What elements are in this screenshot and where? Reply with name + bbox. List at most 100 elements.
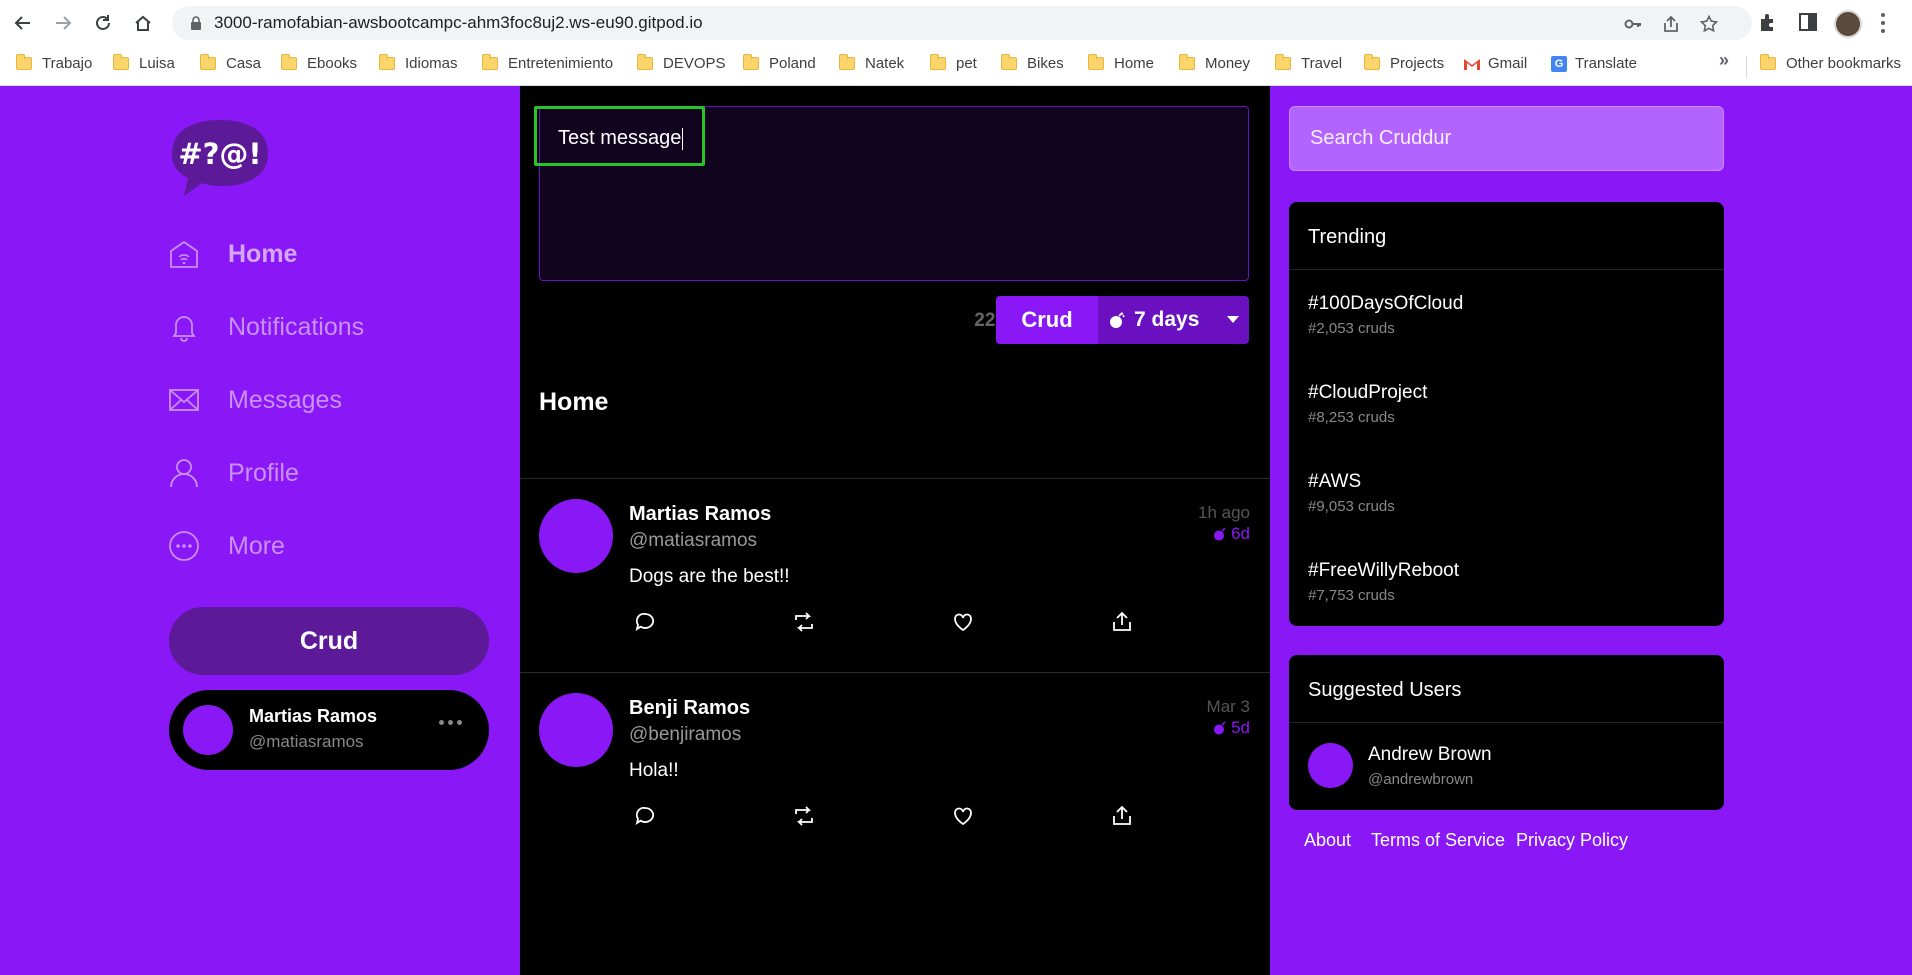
post-expiry: 5d (1213, 718, 1250, 738)
folder-icon (281, 54, 297, 70)
trending-item[interactable]: #CloudProject #8,253 cruds (1308, 382, 1427, 426)
trending-item[interactable]: #AWS #9,053 cruds (1308, 471, 1395, 515)
user-icon (170, 459, 198, 488)
bookmark-travel[interactable]: Travel (1275, 54, 1342, 72)
bomb-icon (1110, 312, 1125, 328)
suggested-users-title: Suggested Users (1308, 679, 1462, 701)
post-author-handle[interactable]: @benjiramos (629, 724, 741, 746)
browser-toolbar: 3000-ramofabian-awsbootcampc-ahm3foc8uj2… (0, 0, 1912, 46)
folder-icon (839, 54, 855, 70)
bookmark-trabajo[interactable]: Trabajo (16, 54, 92, 72)
feed-column: Test message 228 Crud 7 days Home Martia… (520, 86, 1270, 975)
bookmark-ebooks[interactable]: Ebooks (281, 54, 357, 72)
nav-profile[interactable]: Profile (168, 453, 299, 493)
bookmark-casa[interactable]: Casa (200, 54, 261, 72)
translate-icon: G (1551, 55, 1567, 72)
reply-button[interactable] (633, 610, 657, 634)
post-time: 1h ago (1198, 503, 1250, 522)
post-item[interactable]: Martias Ramos @matiasramos Dogs are the … (520, 479, 1270, 673)
home-icon (135, 15, 151, 31)
search-box[interactable] (1289, 106, 1724, 171)
bookmark-entretenimiento[interactable]: Entretenimiento (482, 54, 613, 72)
privacy-link[interactable]: Privacy Policy (1516, 830, 1628, 851)
post-message: Dogs are the best!! (629, 566, 790, 587)
terms-link[interactable]: Terms of Service (1371, 830, 1505, 851)
home-button[interactable] (130, 10, 156, 36)
reload-button[interactable] (90, 10, 116, 36)
heart-icon (954, 613, 972, 632)
reply-button[interactable] (633, 804, 657, 828)
nav-profile-label: Profile (228, 458, 299, 487)
avatar[interactable] (1308, 743, 1353, 788)
folder-icon (1760, 54, 1776, 70)
bookmark-devops[interactable]: DEVOPS (637, 54, 726, 72)
back-button[interactable] (10, 10, 36, 36)
browser-profile-avatar[interactable] (1834, 10, 1862, 38)
nav-home-label: Home (228, 239, 298, 268)
other-bookmarks[interactable]: Other bookmarks (1760, 54, 1901, 72)
trending-panel: Trending #100DaysOfCloud #2,053 cruds #C… (1289, 202, 1724, 626)
share-button[interactable] (1110, 610, 1134, 634)
reply-icon (635, 613, 654, 631)
post-author-handle[interactable]: @matiasramos (629, 530, 757, 552)
expiry-dropdown[interactable]: 7 days (1098, 296, 1249, 344)
envelope-icon (169, 389, 199, 411)
about-link[interactable]: About (1304, 830, 1351, 851)
like-button[interactable] (951, 610, 975, 634)
key-icon[interactable] (1624, 15, 1642, 33)
browser-menu-icon[interactable] (1880, 13, 1886, 33)
forward-button[interactable] (50, 10, 76, 36)
suggested-user-handle: @andrewbrown (1368, 771, 1474, 788)
bookmark-pet[interactable]: pet (930, 54, 977, 72)
folder-icon (930, 54, 946, 70)
bookmark-projects[interactable]: Projects (1364, 54, 1444, 72)
compose-textarea[interactable]: Test message (539, 106, 1249, 281)
folder-icon (1364, 54, 1380, 70)
cruddur-logo[interactable]: #?@! (170, 116, 270, 198)
nav-more[interactable]: More (168, 526, 285, 566)
bomb-icon (1214, 721, 1226, 735)
page-title: Home (539, 388, 609, 416)
more-circle-icon (169, 531, 199, 561)
post-item[interactable]: Benji Ramos @benjiramos Hola!! Mar 3 5d (520, 673, 1270, 867)
side-panel-icon[interactable] (1797, 11, 1819, 33)
nav-notifications-label: Notifications (228, 312, 365, 341)
profile-more-icon[interactable] (439, 720, 462, 725)
repost-button[interactable] (792, 804, 816, 828)
bookmark-money[interactable]: Money (1179, 54, 1250, 72)
post-author-name[interactable]: Benji Ramos (629, 697, 750, 720)
search-input[interactable] (1290, 107, 1723, 170)
bookmark-translate[interactable]: G Translate (1551, 55, 1637, 72)
address-bar[interactable]: 3000-ramofabian-awsbootcampc-ahm3foc8uj2… (172, 6, 1752, 40)
sidebar-crud-button[interactable]: Crud (169, 607, 489, 675)
like-button[interactable] (951, 804, 975, 828)
avatar[interactable] (539, 499, 613, 573)
crud-submit-button[interactable]: Crud (996, 296, 1098, 344)
nav-messages[interactable]: Messages (168, 380, 342, 420)
bookmark-idiomas[interactable]: Idiomas (379, 54, 458, 72)
share-icon[interactable] (1662, 15, 1680, 33)
suggested-user-name[interactable]: Andrew Brown (1368, 744, 1492, 766)
trending-item[interactable]: #FreeWillyReboot #7,753 cruds (1308, 560, 1459, 604)
repost-icon (795, 806, 813, 826)
repost-icon (795, 612, 813, 632)
nav-home[interactable]: Home (168, 234, 297, 274)
bookmark-gmail[interactable]: Gmail (1464, 55, 1527, 72)
folder-icon (637, 54, 653, 70)
bookmark-poland[interactable]: Poland (743, 54, 816, 72)
heart-icon (954, 807, 972, 826)
extensions-icon[interactable] (1757, 11, 1779, 33)
avatar[interactable] (539, 693, 613, 767)
share-button[interactable] (1110, 804, 1134, 828)
star-icon[interactable] (1700, 15, 1718, 33)
post-author-name[interactable]: Martias Ramos (629, 503, 771, 526)
profile-card[interactable]: Martias Ramos @matiasramos (169, 690, 489, 770)
bookmark-bikes[interactable]: Bikes (1001, 54, 1064, 72)
trending-item[interactable]: #100DaysOfCloud #2,053 cruds (1308, 293, 1463, 337)
bookmark-home[interactable]: Home (1088, 54, 1154, 72)
nav-notifications[interactable]: Notifications (168, 307, 364, 347)
bookmark-natek[interactable]: Natek (839, 54, 904, 72)
repost-button[interactable] (792, 610, 816, 634)
more-bookmarks-icon[interactable]: » (1719, 50, 1729, 71)
bookmark-luisa[interactable]: Luisa (113, 54, 175, 72)
